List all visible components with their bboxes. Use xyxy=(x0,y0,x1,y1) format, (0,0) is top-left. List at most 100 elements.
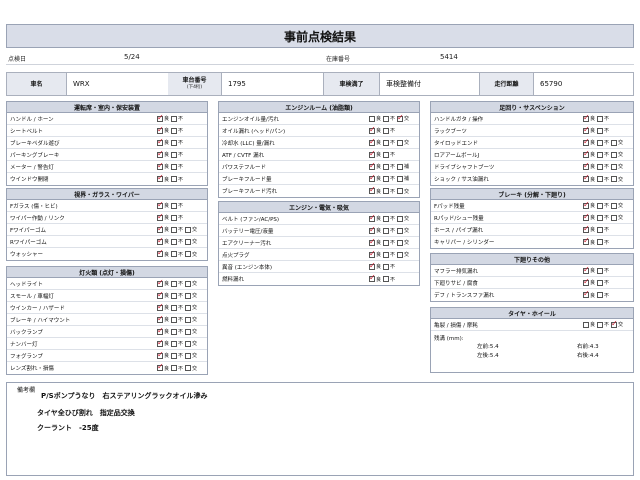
option-good[interactable]: 良 xyxy=(157,314,169,323)
option-replace[interactable]: 交 xyxy=(185,280,197,287)
option-bad[interactable]: 不 xyxy=(383,188,395,195)
option-good[interactable]: 良 xyxy=(157,173,169,183)
unchecked-checkbox-icon[interactable] xyxy=(171,151,178,158)
unchecked-checkbox-icon[interactable] xyxy=(185,304,192,311)
option-good[interactable]: 良 xyxy=(583,173,595,183)
unchecked-checkbox-icon[interactable] xyxy=(397,227,404,234)
option-bad[interactable]: 不 xyxy=(597,226,609,233)
unchecked-checkbox-icon[interactable] xyxy=(611,139,618,146)
option-good[interactable]: 良 xyxy=(583,236,595,246)
unchecked-checkbox-icon[interactable] xyxy=(185,328,192,335)
option-replace[interactable]: 交 xyxy=(611,163,623,170)
unchecked-checkbox-icon[interactable] xyxy=(397,215,404,222)
checked-checkbox-icon[interactable] xyxy=(157,362,164,371)
option-good[interactable]: 良 xyxy=(369,137,381,146)
unchecked-checkbox-icon[interactable] xyxy=(171,115,178,122)
unchecked-checkbox-icon[interactable] xyxy=(597,139,604,146)
option-replace[interactable]: 交 xyxy=(185,251,197,258)
option-bad[interactable]: 不 xyxy=(171,316,183,323)
checked-checkbox-icon[interactable] xyxy=(583,224,590,233)
checked-checkbox-icon[interactable] xyxy=(157,212,164,221)
option-good[interactable]: 良 xyxy=(157,137,169,146)
option-good[interactable]: 良 xyxy=(157,302,169,311)
checked-checkbox-icon[interactable] xyxy=(583,149,590,158)
option-good[interactable]: 良 xyxy=(369,273,381,283)
unchecked-checkbox-icon[interactable] xyxy=(383,151,390,158)
option-good[interactable]: 良 xyxy=(157,326,169,335)
option-replace[interactable]: 交 xyxy=(185,226,197,233)
option-good[interactable]: 良 xyxy=(157,236,169,245)
option-replace[interactable]: 交 xyxy=(611,151,623,158)
checked-checkbox-icon[interactable] xyxy=(157,326,164,335)
option-replace[interactable]: 交 xyxy=(185,316,197,323)
option-good[interactable]: 良 xyxy=(583,113,595,122)
unchecked-checkbox-icon[interactable] xyxy=(185,316,192,323)
option-good[interactable]: 良 xyxy=(369,173,381,182)
option-bad[interactable]: 不 xyxy=(171,176,183,183)
unchecked-checkbox-icon[interactable] xyxy=(171,251,178,257)
option-good[interactable]: 良 xyxy=(369,149,381,158)
option-bad[interactable]: 不 xyxy=(383,175,395,182)
checked-checkbox-icon[interactable] xyxy=(157,338,164,347)
option-good[interactable]: 良 xyxy=(583,289,595,299)
option-good[interactable]: 良 xyxy=(157,362,169,372)
option-good[interactable]: 良 xyxy=(157,224,169,233)
option-bad[interactable]: 不 xyxy=(597,214,609,221)
unchecked-checkbox-icon[interactable] xyxy=(171,139,178,146)
option-replace[interactable]: 交 xyxy=(397,139,409,146)
checked-checkbox-icon[interactable] xyxy=(157,314,164,323)
unchecked-checkbox-icon[interactable] xyxy=(597,214,604,221)
checked-checkbox-icon[interactable] xyxy=(369,261,376,270)
option-good[interactable]: 良 xyxy=(157,125,169,134)
option-replace[interactable]: 交 xyxy=(397,251,409,258)
option-bad[interactable]: 不 xyxy=(383,263,395,270)
option-good[interactable]: 良 xyxy=(157,338,169,347)
checked-checkbox-icon[interactable] xyxy=(157,161,164,170)
option-replace[interactable]: 交 xyxy=(611,214,623,221)
option-bad[interactable]: 不 xyxy=(171,214,183,221)
option-good[interactable]: 良 xyxy=(369,161,381,170)
checked-checkbox-icon[interactable] xyxy=(583,236,590,245)
option-replace[interactable]: 交 xyxy=(185,304,197,311)
checked-checkbox-icon[interactable] xyxy=(611,319,618,328)
unchecked-checkbox-icon[interactable] xyxy=(597,321,604,328)
unchecked-checkbox-icon[interactable] xyxy=(171,280,178,287)
option-good[interactable]: 良 xyxy=(157,161,169,170)
unchecked-checkbox-icon[interactable] xyxy=(185,352,192,359)
option-bad[interactable]: 不 xyxy=(597,292,609,299)
option-good[interactable]: 良 xyxy=(583,149,595,158)
option-bad[interactable]: 不 xyxy=(597,163,609,170)
unchecked-checkbox-icon[interactable] xyxy=(597,279,604,286)
option-good[interactable]: 良 xyxy=(369,213,381,222)
option-bad[interactable]: 不 xyxy=(171,226,183,233)
unchecked-checkbox-icon[interactable] xyxy=(171,328,178,335)
checked-checkbox-icon[interactable] xyxy=(157,302,164,311)
checked-checkbox-icon[interactable] xyxy=(369,225,376,234)
option-replace[interactable]: 交 xyxy=(185,328,197,335)
option-bad[interactable]: 不 xyxy=(597,239,609,246)
checked-checkbox-icon[interactable] xyxy=(369,161,376,170)
unchecked-checkbox-icon[interactable] xyxy=(171,304,178,311)
unchecked-checkbox-icon[interactable] xyxy=(185,365,192,371)
option-bad[interactable]: 不 xyxy=(383,239,395,246)
option-replace[interactable]: 交 xyxy=(611,319,623,328)
checked-checkbox-icon[interactable] xyxy=(583,173,590,182)
checked-checkbox-icon[interactable] xyxy=(157,200,164,209)
checked-checkbox-icon[interactable] xyxy=(157,125,164,134)
option-good[interactable]: 良 xyxy=(369,125,381,134)
option-good[interactable]: 良 xyxy=(369,261,381,270)
option-bad[interactable]: 不 xyxy=(171,352,183,359)
option-good[interactable]: 良 xyxy=(369,115,381,122)
checked-checkbox-icon[interactable] xyxy=(583,289,590,298)
checked-checkbox-icon[interactable] xyxy=(157,137,164,146)
option-good[interactable]: 良 xyxy=(583,137,595,146)
option-bad[interactable]: 不 xyxy=(597,127,609,134)
unchecked-checkbox-icon[interactable] xyxy=(171,214,178,221)
unchecked-checkbox-icon[interactable] xyxy=(597,226,604,233)
option-good[interactable]: 良 xyxy=(157,212,169,221)
unchecked-checkbox-icon[interactable] xyxy=(383,175,390,182)
option-good[interactable]: 良 xyxy=(583,277,595,286)
option-replace[interactable]: 交 xyxy=(397,215,409,222)
checked-checkbox-icon[interactable] xyxy=(583,265,590,274)
checked-checkbox-icon[interactable] xyxy=(369,137,376,146)
